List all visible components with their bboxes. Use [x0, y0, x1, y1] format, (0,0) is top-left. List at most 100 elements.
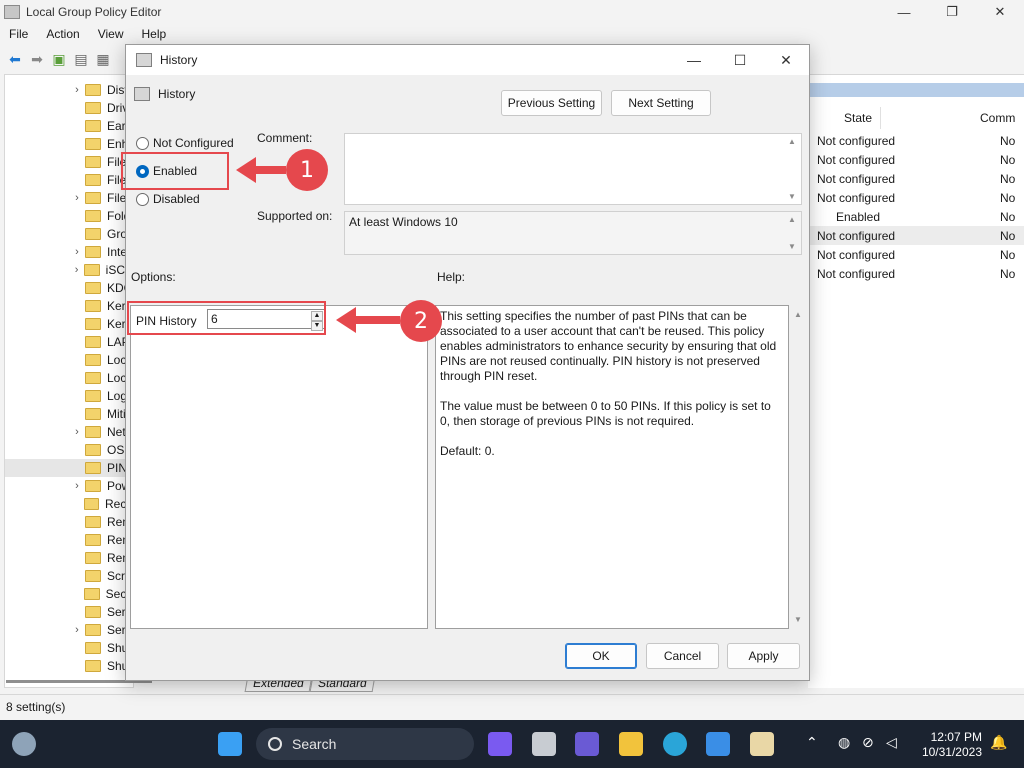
- tree-item[interactable]: › iSCS: [5, 261, 133, 279]
- list-row[interactable]: Not configured No: [808, 150, 1024, 169]
- comment-field[interactable]: ▲ ▼: [344, 133, 802, 205]
- dialog-close-button[interactable]: ✕: [763, 45, 809, 75]
- tree-item[interactable]: LAP: [5, 333, 133, 351]
- apply-button[interactable]: Apply: [727, 643, 800, 669]
- dialog-maximize-button[interactable]: ☐: [717, 45, 763, 75]
- radio-not-configured[interactable]: Not Configured: [136, 136, 234, 150]
- tree-item[interactable]: Rem: [5, 549, 133, 567]
- list-row[interactable]: Not configured No: [808, 226, 1024, 245]
- tree-item[interactable]: Log: [5, 387, 133, 405]
- list-row[interactable]: Not configured No: [808, 264, 1024, 283]
- tree-item[interactable]: Shu: [5, 639, 133, 657]
- expand-chevron-icon[interactable]: ›: [69, 426, 85, 438]
- comment-scrollbar[interactable]: ▲ ▼: [785, 134, 801, 204]
- back-arrow-icon[interactable]: ⬅: [6, 51, 24, 67]
- scroll-down-icon[interactable]: ▼: [794, 615, 802, 624]
- notification-bell-icon[interactable]: 🔔: [990, 734, 1007, 751]
- tree-item[interactable]: Serv: [5, 603, 133, 621]
- column-header-state[interactable]: State: [844, 111, 872, 125]
- tree-item[interactable]: › Dist: [5, 81, 133, 99]
- forward-arrow-icon[interactable]: ➡: [28, 51, 46, 67]
- start-button-icon[interactable]: [218, 732, 242, 756]
- globe-language-icon[interactable]: ◍: [838, 734, 850, 751]
- list-row[interactable]: Enabled No: [808, 207, 1024, 226]
- weather-icon[interactable]: [12, 732, 36, 756]
- list-row[interactable]: Not configured No: [808, 188, 1024, 207]
- tree-item[interactable]: › Net: [5, 423, 133, 441]
- teams-chat-icon[interactable]: [575, 732, 599, 756]
- clock[interactable]: 12:07 PM 10/31/2023: [918, 730, 982, 760]
- scroll-down-icon[interactable]: ▼: [788, 192, 796, 201]
- ok-button[interactable]: OK: [565, 643, 637, 669]
- column-separator[interactable]: [880, 107, 881, 129]
- tree-item[interactable]: KDC: [5, 279, 133, 297]
- tree-item[interactable]: Gro: [5, 225, 133, 243]
- radio-disabled[interactable]: Disabled: [136, 192, 200, 206]
- microsoft-store-icon[interactable]: [706, 732, 730, 756]
- list-row[interactable]: Not configured No: [808, 245, 1024, 264]
- list-row[interactable]: Not configured No: [808, 131, 1024, 150]
- expand-chevron-icon[interactable]: ›: [69, 480, 85, 492]
- up-folder-icon[interactable]: ▣: [50, 51, 68, 67]
- tree-item[interactable]: Ker: [5, 315, 133, 333]
- expand-chevron-icon[interactable]: ›: [69, 264, 84, 276]
- menu-file[interactable]: File: [0, 27, 37, 41]
- restore-button[interactable]: ❐: [928, 0, 976, 24]
- tree-item[interactable]: Ker: [5, 297, 133, 315]
- tree-item[interactable]: Enh: [5, 135, 133, 153]
- tree-item[interactable]: › Pow: [5, 477, 133, 495]
- scroll-up-icon[interactable]: ▲: [794, 310, 802, 319]
- file-explorer-icon[interactable]: [619, 732, 643, 756]
- list-row[interactable]: Not configured No: [808, 169, 1024, 188]
- dialog-minimize-button[interactable]: —: [671, 45, 717, 75]
- expand-chevron-icon[interactable]: ›: [69, 246, 85, 258]
- cancel-button[interactable]: Cancel: [646, 643, 719, 669]
- help-scrollbar[interactable]: ▲ ▼: [790, 305, 806, 629]
- radio-circle[interactable]: [136, 192, 149, 206]
- menu-action[interactable]: Action: [37, 27, 88, 41]
- radio-circle[interactable]: [136, 136, 149, 150]
- tree-item[interactable]: › Serv: [5, 621, 133, 639]
- tree-item[interactable]: Driv: [5, 99, 133, 117]
- expand-chevron-icon[interactable]: ›: [69, 624, 85, 636]
- speaker-muted-icon[interactable]: ◁: [886, 734, 897, 751]
- close-button[interactable]: ✕: [976, 0, 1024, 24]
- tree-item[interactable]: Rem: [5, 513, 133, 531]
- tree-item[interactable]: Loc: [5, 369, 133, 387]
- tree-item[interactable]: Earl: [5, 117, 133, 135]
- menu-help[interactable]: Help: [133, 27, 176, 41]
- tree-item[interactable]: Loc: [5, 351, 133, 369]
- tree-item[interactable]: › File: [5, 189, 133, 207]
- tree-item[interactable]: File: [5, 171, 133, 189]
- minimize-button[interactable]: —: [880, 0, 928, 24]
- tree-item[interactable]: PIN: [5, 459, 133, 477]
- previous-setting-button[interactable]: Previous Setting: [501, 90, 602, 116]
- tree-item[interactable]: OS I: [5, 441, 133, 459]
- export-list-icon[interactable]: ▦: [94, 51, 112, 67]
- supported-scrollbar[interactable]: ▲ ▼: [785, 212, 801, 254]
- tree-item[interactable]: Scri: [5, 567, 133, 585]
- tree-item[interactable]: Secu: [5, 585, 133, 603]
- chevron-up-icon[interactable]: ⌃: [806, 734, 818, 751]
- menu-view[interactable]: View: [89, 27, 133, 41]
- tree-item[interactable]: Rem: [5, 531, 133, 549]
- network-icon[interactable]: ⊘: [862, 734, 874, 751]
- tree-item[interactable]: Shu: [5, 657, 133, 675]
- tree-item[interactable]: File: [5, 153, 133, 171]
- scroll-up-icon[interactable]: ▲: [788, 215, 796, 224]
- tree-item[interactable]: Reco: [5, 495, 133, 513]
- edge-browser-icon[interactable]: [663, 732, 687, 756]
- group-policy-taskbar-icon[interactable]: [750, 732, 774, 756]
- scroll-up-icon[interactable]: ▲: [788, 137, 796, 146]
- task-view-icon[interactable]: [532, 732, 556, 756]
- taskbar-search[interactable]: Search: [256, 728, 474, 760]
- next-setting-button[interactable]: Next Setting: [611, 90, 711, 116]
- copilot-icon[interactable]: [488, 732, 512, 756]
- scroll-down-icon[interactable]: ▼: [788, 242, 796, 251]
- show-hide-tree-icon[interactable]: ▤: [72, 51, 90, 67]
- column-header-comment[interactable]: Comm: [980, 111, 1015, 125]
- expand-chevron-icon[interactable]: ›: [69, 192, 85, 204]
- tree-item[interactable]: Miti: [5, 405, 133, 423]
- expand-chevron-icon[interactable]: ›: [69, 84, 85, 96]
- tree-item[interactable]: Fold: [5, 207, 133, 225]
